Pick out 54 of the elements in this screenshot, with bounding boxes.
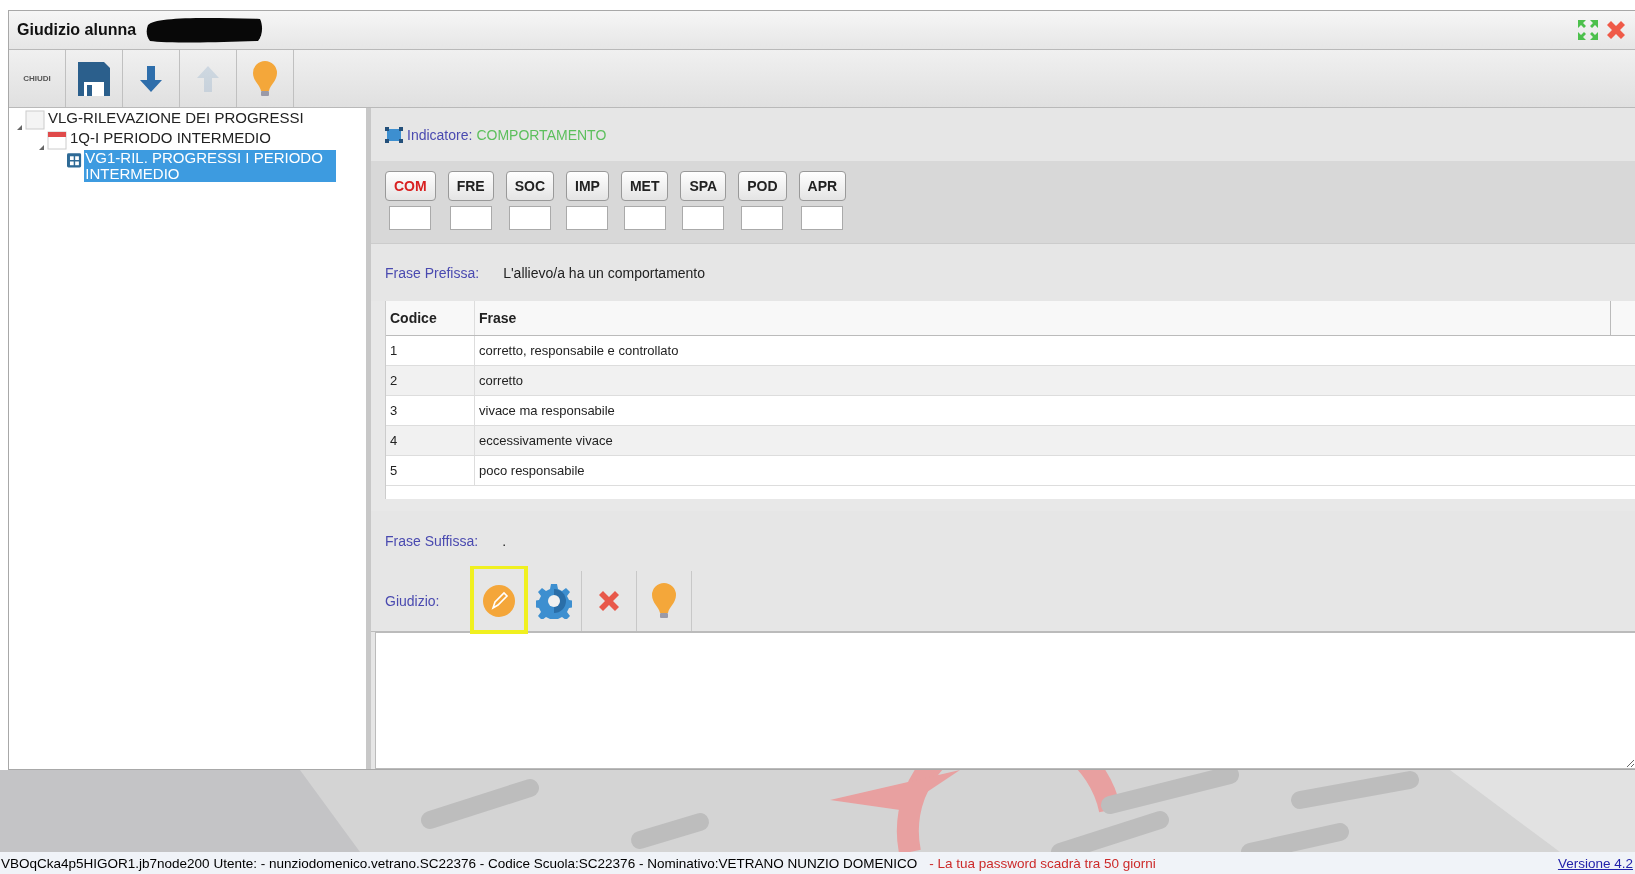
grid-icon — [67, 150, 83, 170]
window-title: Giudizio alunna — [17, 21, 137, 39]
frame-icon — [385, 126, 403, 143]
version-link[interactable]: Versione 4.2 — [1557, 855, 1633, 871]
table-cell: corretto, responsabile e controllato — [474, 335, 1635, 366]
password-warning: - La tua password scadrà tra 50 giorni — [929, 855, 1156, 871]
table-cell: 2 — [386, 365, 475, 396]
input-field[interactable] — [801, 206, 844, 230]
input-field[interactable] — [508, 206, 551, 230]
indicator-tab[interactable]: MET — [620, 171, 669, 201]
input-field[interactable] — [449, 206, 492, 230]
input-field[interactable] — [566, 206, 609, 230]
indicator-tab[interactable]: POD — [738, 171, 787, 201]
lightbulb-icon — [650, 582, 678, 620]
table-cell: vivace ma responsabile — [474, 395, 1635, 426]
close-button[interactable]: CHIUDI — [9, 50, 66, 107]
indicator-value: COMPORTAMENTO — [476, 126, 607, 143]
table-cell: 3 — [386, 395, 475, 426]
field-label: Giudizio: — [385, 593, 441, 609]
table-cell: poco responsabile — [474, 455, 1635, 486]
column-header[interactable]: Frase — [474, 301, 1611, 336]
tree-item[interactable]: VLG-RILEVAZIONE DEI PROGRESSI — [47, 110, 305, 126]
table-cell: 5 — [386, 455, 475, 486]
close-icon[interactable] — [1605, 19, 1627, 41]
calendar-icon — [47, 130, 67, 150]
expand-icon[interactable] — [1577, 19, 1599, 41]
pencil-icon — [482, 584, 516, 618]
indicator-tab[interactable]: IMP — [566, 171, 609, 201]
input-field[interactable] — [389, 206, 432, 230]
indicator-label: Indicatore: — [407, 126, 473, 143]
expanded-triangle-icon[interactable] — [39, 145, 44, 150]
field-label: Frase Prefissa: — [385, 264, 480, 281]
tree-item[interactable]: 1Q-I PERIODO INTERMEDIO — [69, 130, 272, 146]
session-info: VBOqCka4p5HIGOR1.jb7node200 Utente: - nunziodomenico.vetrano.SC22376 - Codice Scuola:SC22376 - Nominativo:VETRANO NUNZIO DOMENICO — [1, 855, 918, 871]
indicator-tab[interactable]: FRE — [447, 171, 494, 201]
down-arrow-icon — [139, 63, 163, 94]
indicator-tab[interactable]: SPA — [680, 171, 727, 201]
table-cell: corretto — [474, 365, 1635, 396]
indicator-tab[interactable]: APR — [798, 171, 847, 201]
gear-icon — [536, 583, 572, 619]
column-header[interactable]: Codice — [386, 301, 475, 336]
input-field[interactable] — [741, 206, 784, 230]
field-value: . — [502, 533, 506, 549]
field-label: Frase Suffissa: — [385, 533, 479, 549]
indicator-tab[interactable]: SOC — [505, 171, 554, 201]
field-value: L'allievo/a ha un comportamento — [503, 264, 706, 281]
table-cell: 1 — [386, 335, 475, 366]
lightbulb-icon — [251, 59, 279, 98]
table-cell: eccessivamente vivace — [474, 425, 1635, 456]
input-field[interactable] — [623, 206, 666, 230]
input-field[interactable] — [682, 206, 725, 230]
table-cell: 4 — [386, 425, 475, 456]
expanded-triangle-icon[interactable] — [17, 125, 22, 130]
indicator-tab[interactable]: COM — [385, 171, 436, 201]
